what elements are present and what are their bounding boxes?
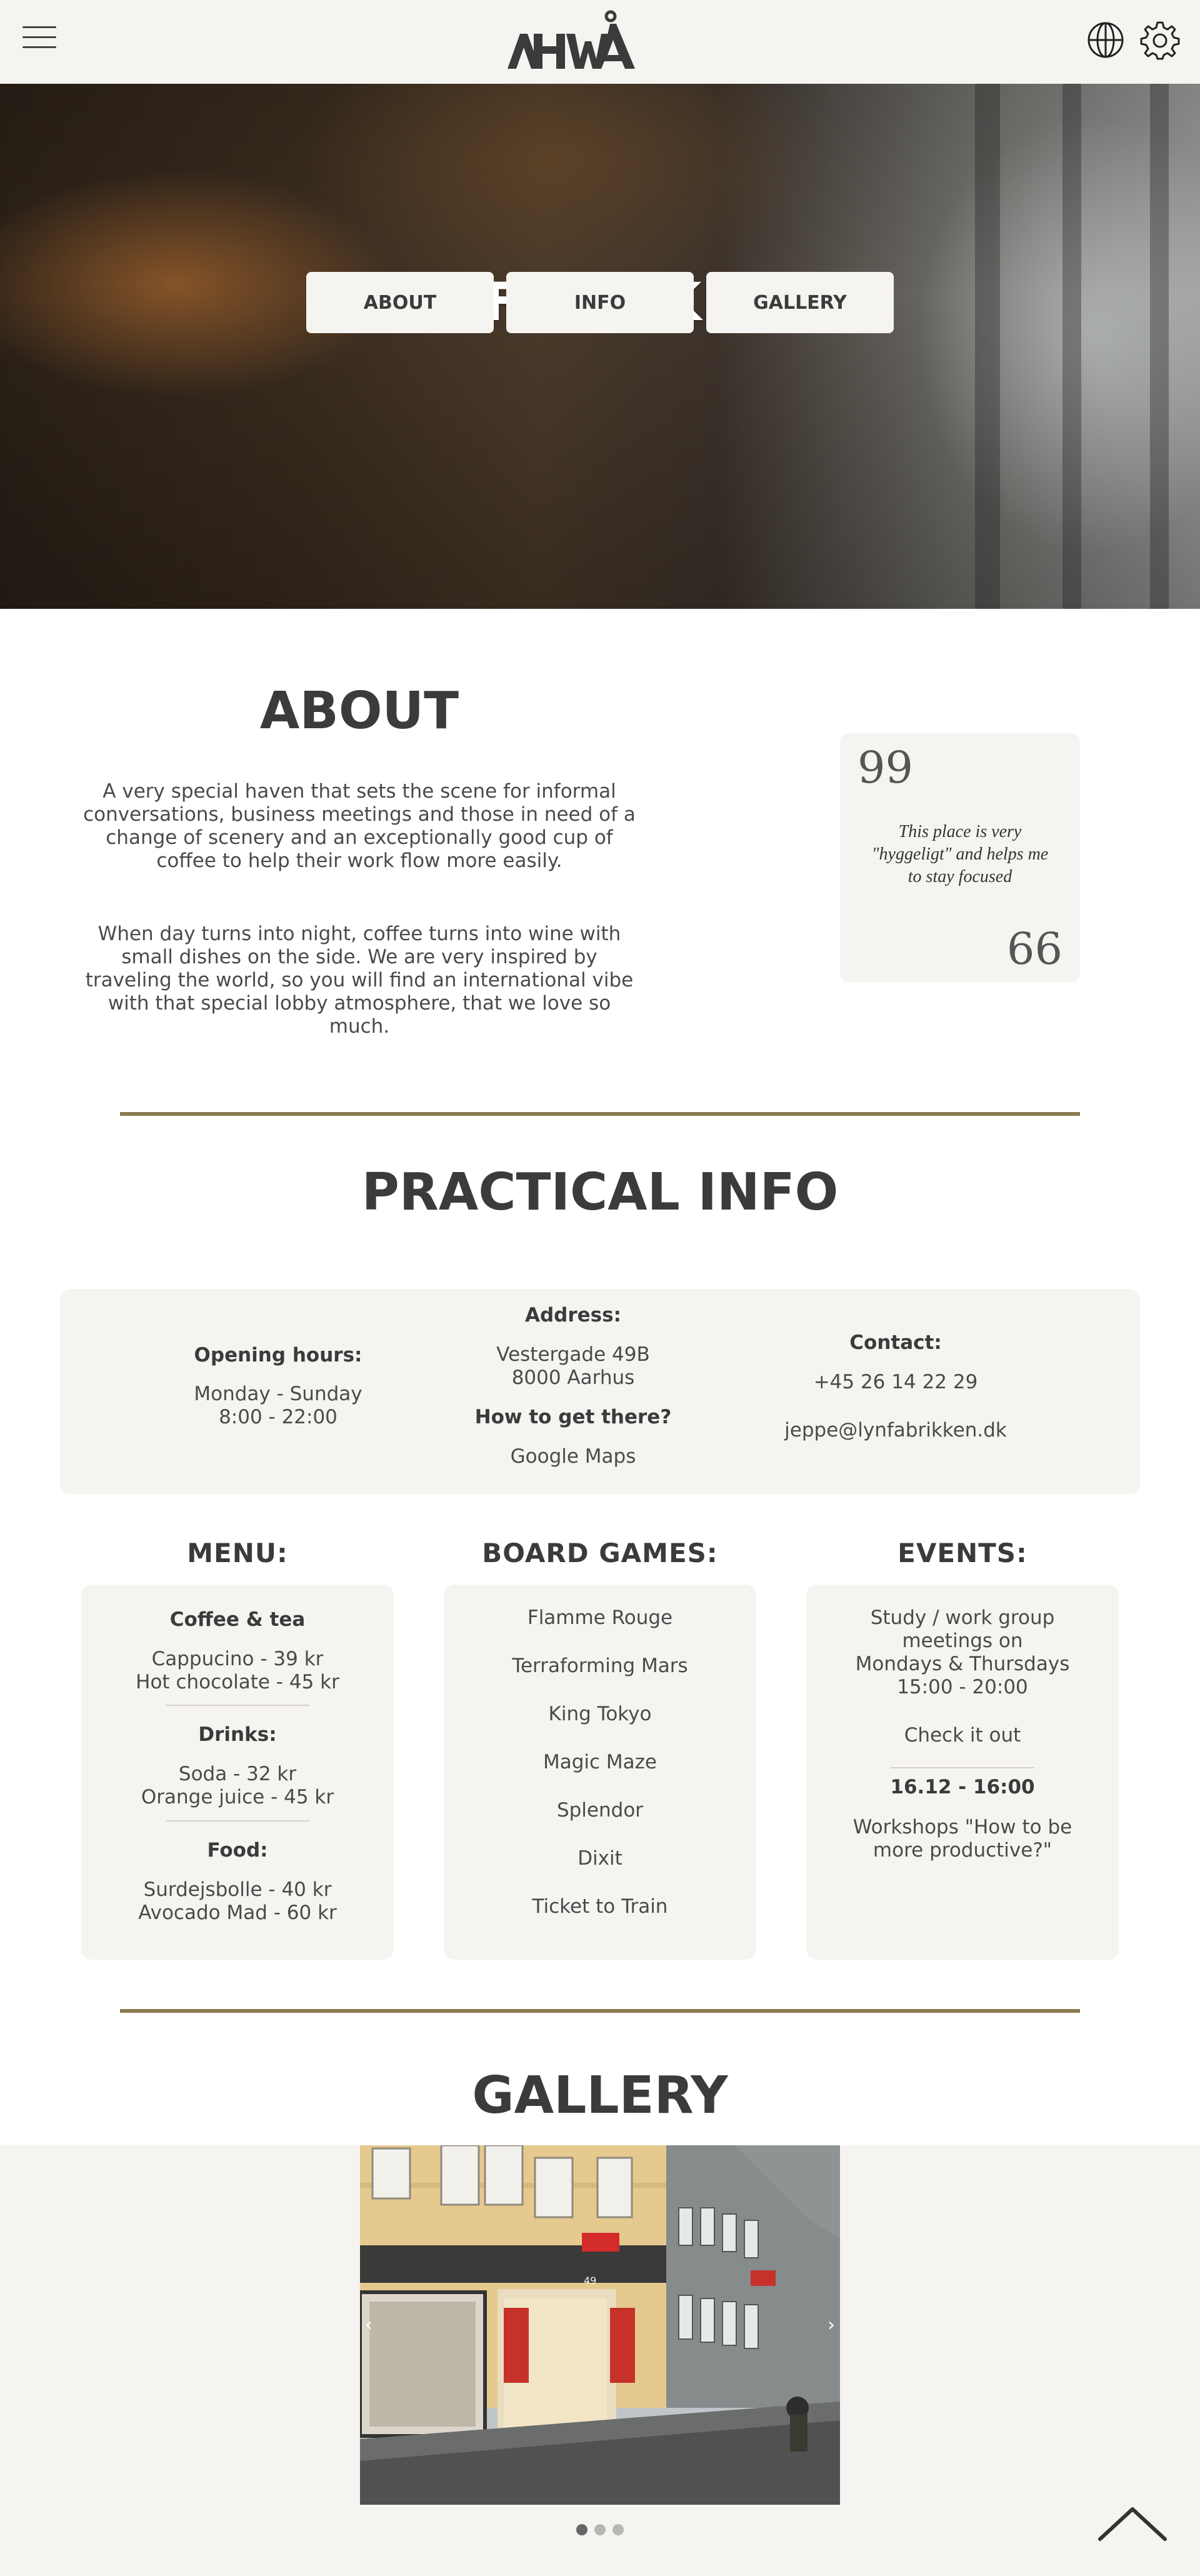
gallery-heading: GALLERY xyxy=(472,2066,728,2125)
carousel-dot[interactable] xyxy=(594,2524,606,2535)
event-description: Study / work group xyxy=(870,1606,1055,1629)
phone-link[interactable]: +45 26 14 22 29 xyxy=(771,1371,1021,1394)
opening-time: 8:00 - 22:00 xyxy=(219,1406,338,1428)
board-game-item: King Tokyo xyxy=(548,1703,652,1725)
menu-item: Hot chocolate - 45 kr xyxy=(136,1671,339,1693)
window-frame xyxy=(1062,84,1081,609)
check-it-out-link[interactable]: Check it out xyxy=(806,1724,1119,1747)
menu-card: Coffee & tea Cappucino - 39 kr Hot choco… xyxy=(81,1585,394,1960)
board-game-item: Flamme Rouge xyxy=(527,1606,673,1629)
events-heading: EVENTS: xyxy=(898,1538,1028,1568)
board-game-item: Magic Maze xyxy=(542,1751,658,1773)
about-paragraph: When day turns into night, coffee turns … xyxy=(85,923,634,1038)
email-link[interactable]: jeppe@lynfabrikken.dk xyxy=(771,1419,1021,1442)
opening-hours-label: Opening hours: xyxy=(194,1344,362,1366)
practical-info-heading: PRACTICAL INFO xyxy=(361,1163,839,1222)
event-time: 15:00 - 20:00 xyxy=(897,1676,1028,1698)
gallery-slide-image[interactable]: 49 ‹ › xyxy=(360,2145,840,2505)
google-maps-link[interactable]: Google Maps xyxy=(448,1445,698,1468)
board-game-item: Splendor xyxy=(556,1799,644,1822)
nav-info-button[interactable]: INFO xyxy=(506,272,694,333)
address-line: Vestergade 49B xyxy=(496,1343,650,1366)
quote-close-icon: 66 xyxy=(1006,923,1062,975)
menu-divider xyxy=(166,1705,309,1706)
directions-label: How to get there? xyxy=(474,1406,672,1428)
carousel-dot-active[interactable] xyxy=(576,2524,588,2535)
board-game-item: Dixit xyxy=(578,1847,622,1870)
testimonial-card: 99 This place is very "hyggeligt" and he… xyxy=(840,733,1080,982)
site-logo[interactable] xyxy=(506,9,638,71)
menu-item: Surdejsbolle - 40 kr xyxy=(143,1878,332,1901)
gear-icon[interactable] xyxy=(1140,20,1180,60)
chevron-left-icon[interactable]: ‹ xyxy=(365,2314,372,2336)
section-divider xyxy=(120,2009,1080,2013)
nav-gallery-button[interactable]: GALLERY xyxy=(706,272,894,333)
menu-section-label: Food: xyxy=(207,1839,268,1862)
address-label: Address: xyxy=(525,1304,621,1326)
testimonial-text: This place is very "hyggeligt" and helps… xyxy=(871,822,1049,886)
hero-banner: LYNFABRIKKEN xyxy=(0,84,1200,609)
menu-item: Avocado Mad - 60 kr xyxy=(138,1902,337,1924)
nav-about-button[interactable]: ABOUT xyxy=(306,272,494,333)
building-number: 49 xyxy=(584,2275,596,2287)
event-description: meetings on xyxy=(902,1630,1023,1652)
contact-label: Contact: xyxy=(849,1331,942,1354)
board-games-card: Flamme Rouge Terraforming Mars King Toky… xyxy=(444,1585,756,1960)
hamburger-icon[interactable] xyxy=(22,26,56,54)
quote-open-icon: 99 xyxy=(858,742,914,793)
menu-item: Orange juice - 45 kr xyxy=(141,1786,334,1808)
board-games-heading: BOARD GAMES: xyxy=(482,1538,718,1568)
event-description: Workshops "How to be xyxy=(852,1816,1072,1838)
menu-section-label: Drinks: xyxy=(198,1723,277,1746)
storefront-photo: 49 xyxy=(360,2145,840,2505)
board-game-item: Terraforming Mars xyxy=(512,1655,688,1677)
menu-divider xyxy=(166,1820,309,1822)
about-paragraph: A very special haven that sets the scene… xyxy=(83,780,636,872)
window-frame xyxy=(975,84,1000,609)
carousel-dot[interactable] xyxy=(612,2524,624,2535)
window-frame xyxy=(1150,84,1169,609)
about-heading: ABOUT xyxy=(259,681,459,741)
event-description: more productive?" xyxy=(872,1839,1052,1862)
opening-days: Monday - Sunday xyxy=(194,1383,362,1405)
address-line: 8000 Aarhus xyxy=(511,1366,635,1389)
events-card: Study / work group meetings on Mondays &… xyxy=(806,1585,1119,1960)
chevron-right-icon[interactable]: › xyxy=(828,2314,835,2336)
menu-section-label: Coffee & tea xyxy=(169,1608,306,1631)
menu-heading: MENU: xyxy=(187,1538,288,1568)
events-divider xyxy=(891,1767,1034,1768)
menu-item: Cappucino - 39 kr xyxy=(151,1648,324,1670)
board-game-item: Ticket to Train xyxy=(532,1895,668,1918)
globe-icon[interactable] xyxy=(1086,20,1126,60)
section-divider xyxy=(120,1112,1080,1116)
site-header xyxy=(0,0,1200,84)
hero-background-image xyxy=(0,84,1200,609)
event-description: Mondays & Thursdays xyxy=(855,1653,1070,1675)
chevron-up-icon[interactable] xyxy=(1095,2500,1170,2544)
menu-item: Soda - 32 kr xyxy=(178,1763,297,1785)
event-date: 16.12 - 16:00 xyxy=(890,1776,1035,1798)
